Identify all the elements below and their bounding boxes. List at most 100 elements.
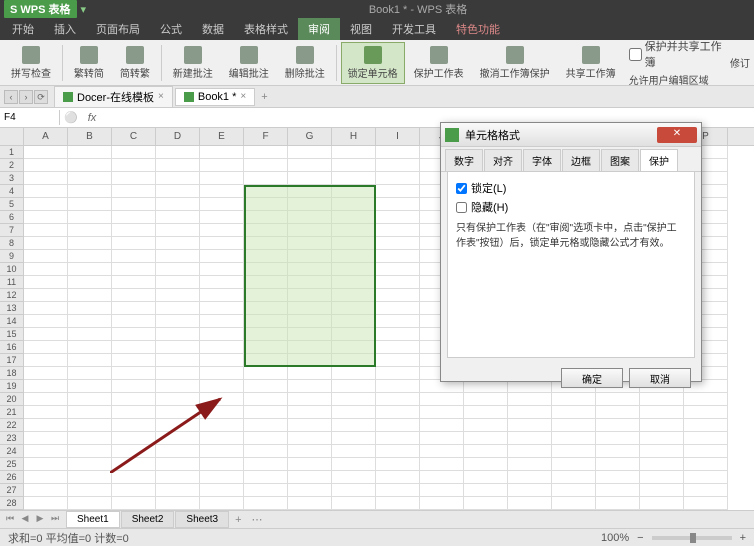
cell[interactable] xyxy=(464,471,508,484)
cell[interactable] xyxy=(112,263,156,276)
cell[interactable] xyxy=(332,432,376,445)
cell[interactable] xyxy=(420,471,464,484)
cell[interactable] xyxy=(288,341,332,354)
cell[interactable] xyxy=(200,159,244,172)
cell[interactable] xyxy=(332,172,376,185)
cell[interactable] xyxy=(24,224,68,237)
cell[interactable] xyxy=(552,432,596,445)
trad2simp-button[interactable]: 繁转简 xyxy=(67,42,111,84)
cell[interactable] xyxy=(112,484,156,497)
cell[interactable] xyxy=(68,315,112,328)
cell[interactable] xyxy=(68,406,112,419)
cell[interactable] xyxy=(552,484,596,497)
menu-dev[interactable]: 开发工具 xyxy=(382,18,446,40)
cell[interactable] xyxy=(464,432,508,445)
cell[interactable] xyxy=(332,341,376,354)
cell[interactable] xyxy=(376,250,420,263)
cell[interactable] xyxy=(640,445,684,458)
cell[interactable] xyxy=(288,432,332,445)
cell[interactable] xyxy=(156,497,200,510)
row-header[interactable]: 20 xyxy=(0,393,24,406)
cell[interactable] xyxy=(244,289,288,302)
cell[interactable] xyxy=(156,328,200,341)
cell[interactable] xyxy=(376,328,420,341)
cell[interactable] xyxy=(508,484,552,497)
cell[interactable] xyxy=(112,276,156,289)
cell[interactable] xyxy=(244,185,288,198)
cell[interactable] xyxy=(156,445,200,458)
cell[interactable] xyxy=(24,341,68,354)
dialog-titlebar[interactable]: 单元格格式 ✕ xyxy=(441,123,701,147)
menu-formula[interactable]: 公式 xyxy=(150,18,192,40)
cell[interactable] xyxy=(156,432,200,445)
cell[interactable] xyxy=(68,354,112,367)
cell[interactable] xyxy=(156,146,200,159)
cell[interactable] xyxy=(68,211,112,224)
cell[interactable] xyxy=(464,458,508,471)
protect-share-check[interactable]: 保护并共享工作簿 xyxy=(629,38,722,70)
simp2trad-button[interactable]: 简转繁 xyxy=(113,42,157,84)
cell[interactable] xyxy=(24,250,68,263)
cell[interactable] xyxy=(244,172,288,185)
cell[interactable] xyxy=(24,146,68,159)
cell[interactable] xyxy=(24,159,68,172)
cell[interactable] xyxy=(332,445,376,458)
cell[interactable] xyxy=(508,406,552,419)
cell[interactable] xyxy=(156,393,200,406)
cell[interactable] xyxy=(244,497,288,510)
edit-comment-button[interactable]: 编辑批注 xyxy=(222,42,276,84)
cell[interactable] xyxy=(244,146,288,159)
cell[interactable] xyxy=(640,484,684,497)
cell[interactable] xyxy=(68,471,112,484)
cell[interactable] xyxy=(156,484,200,497)
cell[interactable] xyxy=(376,445,420,458)
cell[interactable] xyxy=(68,276,112,289)
cell[interactable] xyxy=(288,172,332,185)
cell[interactable] xyxy=(24,328,68,341)
cell[interactable] xyxy=(112,250,156,263)
sheets-menu-icon[interactable]: ⋯ xyxy=(248,513,267,526)
cell[interactable] xyxy=(376,471,420,484)
cell[interactable] xyxy=(244,328,288,341)
cell[interactable] xyxy=(24,198,68,211)
cell[interactable] xyxy=(156,237,200,250)
spellcheck-button[interactable]: 拼写检查 xyxy=(4,42,58,84)
cell[interactable] xyxy=(640,471,684,484)
row-header[interactable]: 25 xyxy=(0,458,24,471)
cell[interactable] xyxy=(376,211,420,224)
cell[interactable] xyxy=(684,432,728,445)
cell[interactable] xyxy=(288,315,332,328)
cell[interactable] xyxy=(200,445,244,458)
cell[interactable] xyxy=(24,367,68,380)
fx-label[interactable]: fx xyxy=(82,110,103,126)
cell[interactable] xyxy=(376,419,420,432)
cell[interactable] xyxy=(200,406,244,419)
cell[interactable] xyxy=(640,419,684,432)
cell[interactable] xyxy=(244,224,288,237)
cell[interactable] xyxy=(376,146,420,159)
row-header[interactable]: 22 xyxy=(0,419,24,432)
row-header[interactable]: 17 xyxy=(0,354,24,367)
cell[interactable] xyxy=(112,471,156,484)
cell[interactable] xyxy=(200,276,244,289)
cell[interactable] xyxy=(596,419,640,432)
sheet-tab-1[interactable]: Sheet1 xyxy=(66,511,120,528)
cell[interactable] xyxy=(156,315,200,328)
cell[interactable] xyxy=(332,419,376,432)
cell[interactable] xyxy=(112,445,156,458)
cell[interactable] xyxy=(640,432,684,445)
cell[interactable] xyxy=(68,393,112,406)
cell[interactable] xyxy=(68,250,112,263)
cell[interactable] xyxy=(24,471,68,484)
cell[interactable] xyxy=(332,315,376,328)
row-header[interactable]: 5 xyxy=(0,198,24,211)
cell[interactable] xyxy=(24,406,68,419)
cell[interactable] xyxy=(508,471,552,484)
col-header[interactable]: D xyxy=(156,128,200,145)
tab-book1[interactable]: Book1 *× xyxy=(175,88,255,106)
menu-table[interactable]: 表格样式 xyxy=(234,18,298,40)
next-sheet-icon[interactable]: ▶ xyxy=(33,513,47,527)
cell[interactable] xyxy=(596,484,640,497)
cell[interactable] xyxy=(596,471,640,484)
menu-review[interactable]: 审阅 xyxy=(298,18,340,40)
